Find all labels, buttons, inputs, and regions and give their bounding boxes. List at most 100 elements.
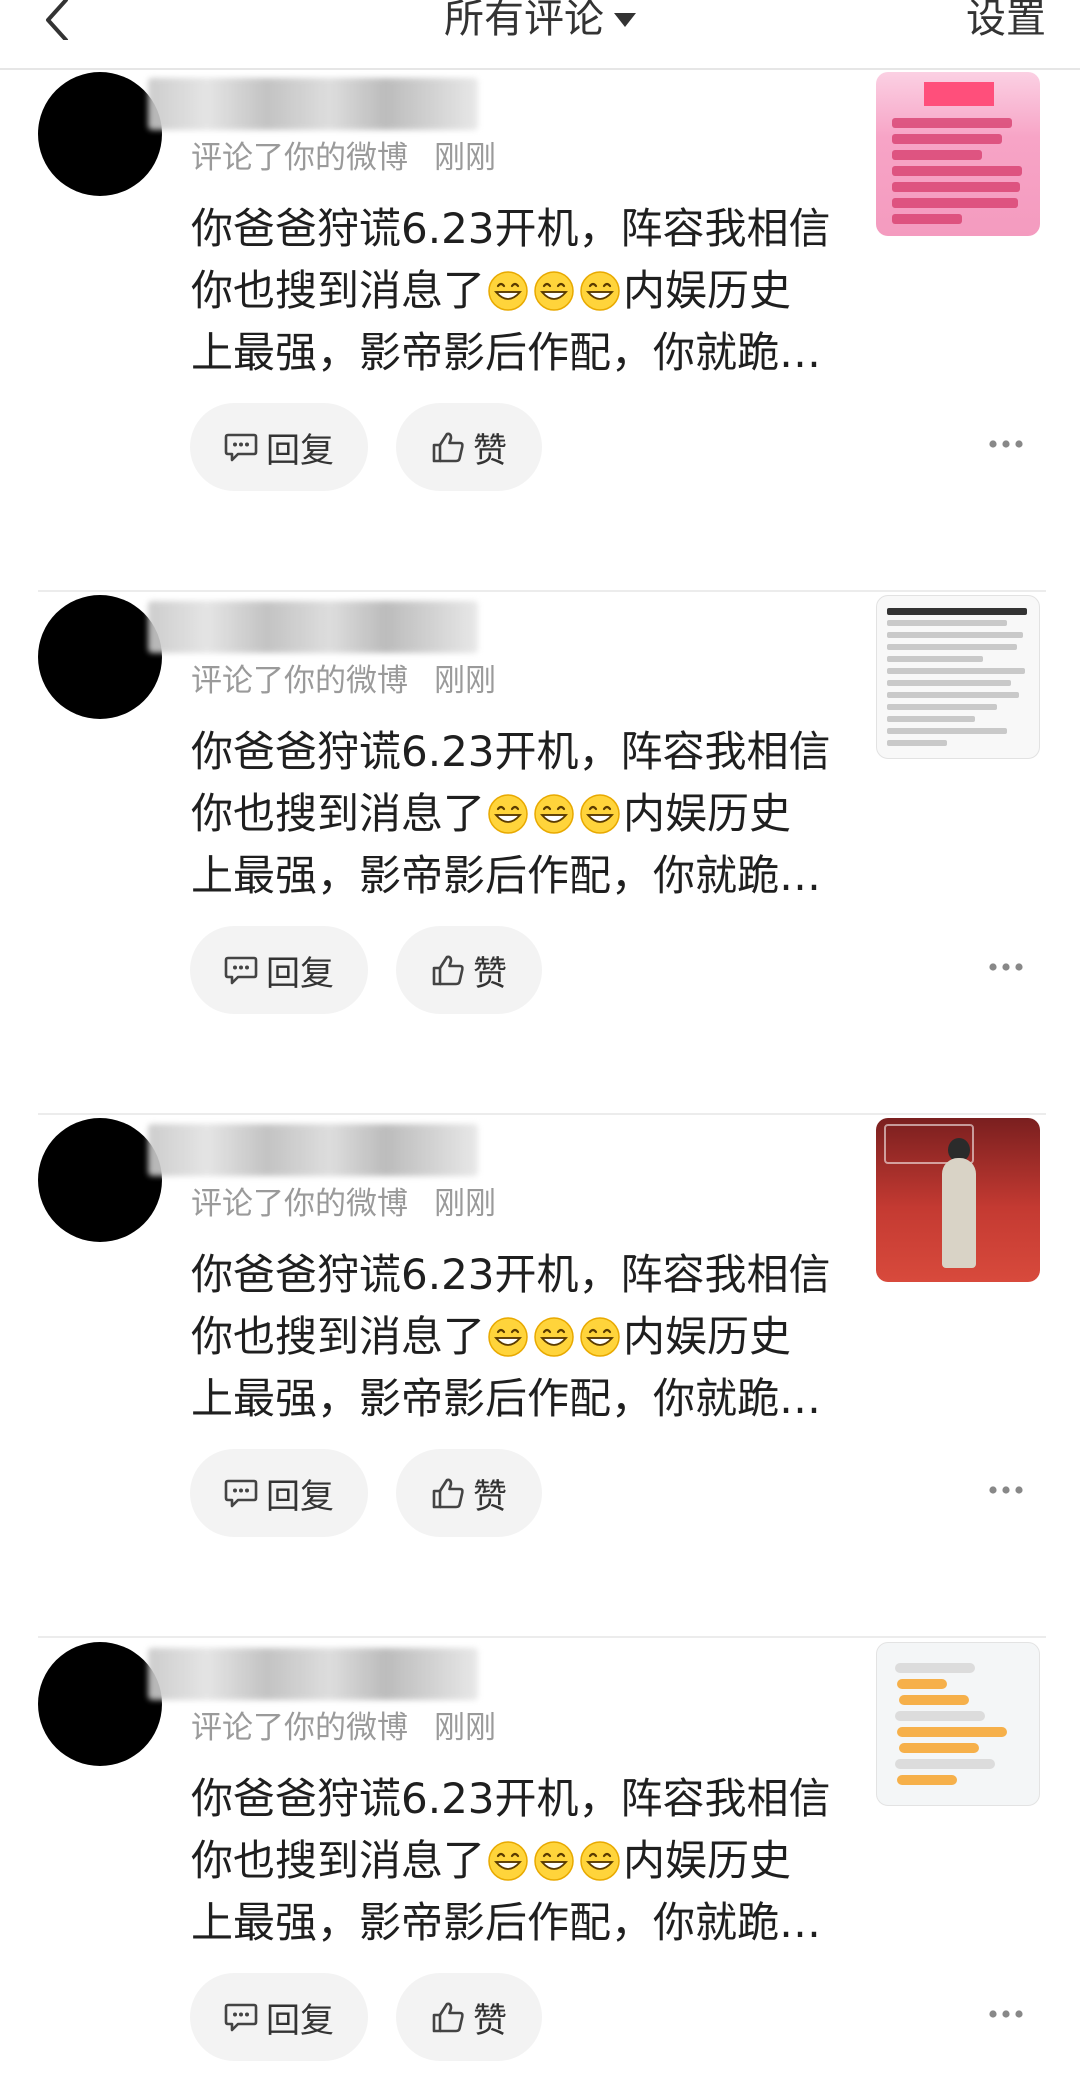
comment-line: 你也搜到消息了 内娱历史 xyxy=(191,1830,831,1892)
more-options-icon[interactable] xyxy=(988,1484,1024,1496)
grinning-face-emoji-icon xyxy=(488,1841,528,1881)
caret-down-icon xyxy=(614,13,636,27)
comment-line: 你爸爸狩谎6.23开机，阵容我相信 xyxy=(191,1774,831,1823)
comment-divider xyxy=(38,590,1046,592)
settings-button[interactable]: 设置 xyxy=(966,0,1046,44)
page-title: 所有评论 xyxy=(444,0,604,42)
comment-line: 上最强，影帝影后作配，你就跪… xyxy=(191,328,822,377)
grinning-face-emoji-icon xyxy=(580,794,620,834)
grinning-face-emoji-icon xyxy=(534,794,574,834)
comment-meta: 评论了你的微博 刚刚 xyxy=(191,1702,496,1747)
comment-line-part: 你也搜到消息了 xyxy=(191,789,486,838)
comment-text: 你爸爸狩谎6.23开机，阵容我相信 你也搜到消息了 内娱历史上最强，影帝影后作配，你… xyxy=(191,721,831,907)
reply-label: 回复 xyxy=(266,1476,334,1517)
more-options-icon[interactable] xyxy=(988,438,1024,450)
comment-bubble-icon xyxy=(224,1479,258,1508)
grinning-face-emoji-icon xyxy=(488,794,528,834)
comment-meta: 评论了你的微博 刚刚 xyxy=(191,655,496,700)
grinning-face-emoji-icon xyxy=(534,1317,574,1357)
grinning-face-emoji-icon xyxy=(534,271,574,311)
article-thumbnail[interactable] xyxy=(876,595,1040,759)
comment-line-part: 内娱历史 xyxy=(623,1836,792,1885)
comment-line: 你也搜到消息了 内娱历史 xyxy=(191,1306,831,1368)
reply-button[interactable]: 回复 xyxy=(190,403,368,491)
comment-line: 你爸爸狩谎6.23开机，阵容我相信 xyxy=(191,727,831,776)
comment-divider xyxy=(38,1113,1046,1115)
chat-screenshot-thumbnail[interactable] xyxy=(876,1642,1040,1806)
comment-line-part: 内娱历史 xyxy=(623,789,792,838)
reply-button[interactable]: 回复 xyxy=(190,926,368,1014)
grinning-face-emoji-icon xyxy=(580,1841,620,1881)
like-button[interactable]: 赞 xyxy=(396,1973,542,2061)
top-navigation-bar: 所有评论 设置 xyxy=(0,0,1080,70)
more-options-icon[interactable] xyxy=(988,2008,1024,2020)
grinning-face-emoji-icon xyxy=(488,1317,528,1357)
comment-action-text: 评论了你的微博 xyxy=(191,663,408,699)
comment-item[interactable]: 评论了你的微博 刚刚你爸爸狩谎6.23开机，阵容我相信 你也搜到消息了 内娱历史上最强… xyxy=(0,593,1080,1116)
comment-bubble-icon xyxy=(224,2003,258,2032)
comment-line: 上最强，影帝影后作配，你就跪… xyxy=(191,1898,822,1947)
comment-line: 你爸爸狩谎6.23开机，阵容我相信 xyxy=(191,1250,831,1299)
more-options-icon[interactable] xyxy=(988,961,1024,973)
like-label: 赞 xyxy=(473,953,507,994)
thumbs-up-icon xyxy=(432,955,464,986)
reply-label: 回复 xyxy=(266,953,334,994)
comment-line-part: 内娱历史 xyxy=(623,266,792,315)
comment-line: 你也搜到消息了 内娱历史 xyxy=(191,260,831,322)
comment-text: 你爸爸狩谎6.23开机，阵容我相信 你也搜到消息了 内娱历史上最强，影帝影后作配，你… xyxy=(191,198,831,384)
comment-filter-dropdown[interactable]: 所有评论 xyxy=(0,0,1080,44)
comment-time: 刚刚 xyxy=(434,1186,496,1222)
comment-bubble-icon xyxy=(224,956,258,985)
thumbs-up-icon xyxy=(432,432,464,463)
comment-item[interactable]: 评论了你的微博 刚刚你爸爸狩谎6.23开机，阵容我相信 你也搜到消息了 内娱历史上最强… xyxy=(0,1640,1080,2092)
reply-label: 回复 xyxy=(266,430,334,471)
comment-line: 上最强，影帝影后作配，你就跪… xyxy=(191,1374,822,1423)
username-redacted[interactable] xyxy=(148,78,478,130)
comment-line-part: 内娱历史 xyxy=(623,1312,792,1361)
grinning-face-emoji-icon xyxy=(488,271,528,311)
comment-line-part: 你也搜到消息了 xyxy=(191,1836,486,1885)
comment-line: 你爸爸狩谎6.23开机，阵容我相信 xyxy=(191,204,831,253)
like-button[interactable]: 赞 xyxy=(396,926,542,1014)
comment-line-part: 你也搜到消息了 xyxy=(191,1312,486,1361)
reply-label: 回复 xyxy=(266,2000,334,2041)
comment-time: 刚刚 xyxy=(434,1710,496,1746)
like-label: 赞 xyxy=(473,2000,507,2041)
avatar[interactable] xyxy=(38,72,162,196)
comment-line: 上最强，影帝影后作配，你就跪… xyxy=(191,851,822,900)
avatar[interactable] xyxy=(38,595,162,719)
username-redacted[interactable] xyxy=(148,1648,478,1700)
grinning-face-emoji-icon xyxy=(534,1841,574,1881)
comment-time: 刚刚 xyxy=(434,663,496,699)
comment-meta: 评论了你的微博 刚刚 xyxy=(191,1178,496,1223)
comment-action-text: 评论了你的微博 xyxy=(191,1186,408,1222)
comment-meta: 评论了你的微博 刚刚 xyxy=(191,132,496,177)
comment-action-text: 评论了你的微博 xyxy=(191,140,408,176)
reply-button[interactable]: 回复 xyxy=(190,1449,368,1537)
comment-item[interactable]: 评论了你的微博 刚刚你爸爸狩谎6.23开机，阵容我相信 你也搜到消息了 内娱历史上最强… xyxy=(0,1116,1080,1639)
like-label: 赞 xyxy=(473,430,507,471)
comment-item[interactable]: 评论了你的微博 刚刚你爸爸狩谎6.23开机，阵容我相信 你也搜到消息了 内娱历史上最强… xyxy=(0,70,1080,593)
comment-action-text: 评论了你的微博 xyxy=(191,1710,408,1746)
photo-thumbnail[interactable] xyxy=(876,1118,1040,1282)
avatar[interactable] xyxy=(38,1118,162,1242)
like-button[interactable]: 赞 xyxy=(396,403,542,491)
comment-line: 你也搜到消息了 内娱历史 xyxy=(191,783,831,845)
thumbs-up-icon xyxy=(432,2002,464,2033)
thumbs-up-icon xyxy=(432,1478,464,1509)
comment-time: 刚刚 xyxy=(434,140,496,176)
comment-line-part: 你也搜到消息了 xyxy=(191,266,486,315)
comment-divider xyxy=(38,1636,1046,1638)
poster-thumbnail[interactable] xyxy=(876,72,1040,236)
like-button[interactable]: 赞 xyxy=(396,1449,542,1537)
comment-bubble-icon xyxy=(224,433,258,462)
comment-text: 你爸爸狩谎6.23开机，阵容我相信 你也搜到消息了 内娱历史上最强，影帝影后作配，你… xyxy=(191,1244,831,1430)
username-redacted[interactable] xyxy=(148,601,478,653)
comment-text: 你爸爸狩谎6.23开机，阵容我相信 你也搜到消息了 内娱历史上最强，影帝影后作配，你… xyxy=(191,1768,831,1954)
grinning-face-emoji-icon xyxy=(580,1317,620,1357)
like-label: 赞 xyxy=(473,1476,507,1517)
reply-button[interactable]: 回复 xyxy=(190,1973,368,2061)
grinning-face-emoji-icon xyxy=(580,271,620,311)
username-redacted[interactable] xyxy=(148,1124,478,1176)
avatar[interactable] xyxy=(38,1642,162,1766)
